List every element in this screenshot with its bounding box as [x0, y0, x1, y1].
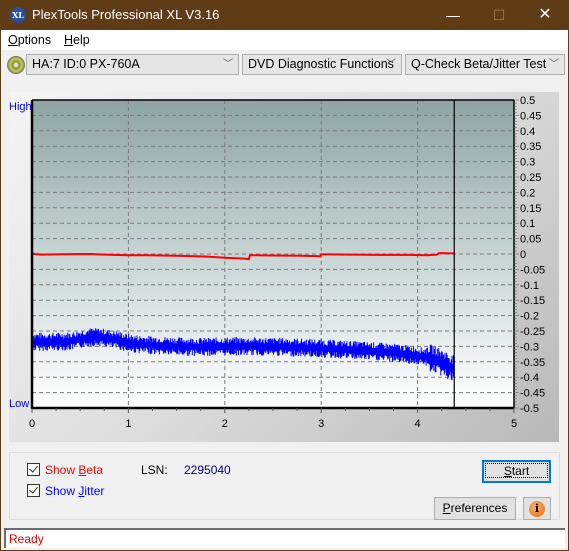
- maximize-button[interactable]: ☐: [476, 0, 522, 30]
- show-beta-text-rest: eta: [86, 463, 104, 477]
- x-tick-label: 5: [511, 418, 517, 430]
- chevron-down-icon: ﹀: [549, 59, 559, 70]
- menu-options-label: ptions: [17, 33, 52, 47]
- show-jitter-label[interactable]: Show Jitter: [45, 484, 104, 498]
- x-tick-label: 0: [29, 418, 35, 430]
- app-logo-icon: XL: [10, 7, 26, 23]
- y-tick-label: 0.05: [520, 234, 541, 246]
- preferences-button[interactable]: Preferences: [434, 497, 516, 520]
- lsn-value: 2295040: [184, 463, 231, 477]
- info-icon: i: [529, 501, 545, 517]
- disc-drive-icon: [7, 56, 25, 74]
- menu-options-accel: O: [8, 33, 18, 47]
- chevron-down-icon: ﹀: [223, 59, 233, 70]
- control-panel: Show Beta Show Jitter LSN: 2295040 Start…: [9, 452, 560, 520]
- drive-select-value: HA:7 ID:0 PX-760A: [32, 57, 140, 71]
- y-tick-label: 0.5: [520, 95, 535, 107]
- y-tick-label: 0: [520, 249, 526, 261]
- title-bar[interactable]: XL PlexTools Professional XL V3.16 — ☐ ✕: [1, 0, 568, 30]
- y-tick-label: -0.25: [520, 326, 545, 338]
- status-text: Ready: [9, 532, 44, 546]
- x-tick-label: 4: [415, 418, 421, 430]
- x-tick-label: 3: [318, 418, 324, 430]
- y-axis-high-label: High: [9, 101, 32, 113]
- test-select[interactable]: Q-Check Beta/Jitter Test ﹀: [405, 54, 565, 75]
- show-beta-label[interactable]: Show Beta: [45, 463, 103, 477]
- status-bar: Ready: [4, 528, 565, 548]
- toolbar: HA:7 ID:0 PX-760A ﹀ DVD Diagnostic Funct…: [1, 50, 568, 80]
- test-select-value: Q-Check Beta/Jitter Test: [411, 57, 547, 71]
- start-button[interactable]: Start: [482, 460, 551, 483]
- x-tick-label: 2: [222, 418, 228, 430]
- y-tick-label: 0.1: [520, 218, 535, 230]
- show-beta-text: Show: [45, 463, 79, 477]
- chevron-down-icon: ﹀: [386, 59, 396, 70]
- menu-help-label: elp: [73, 33, 90, 47]
- minimize-button[interactable]: —: [430, 0, 476, 30]
- info-button[interactable]: i: [523, 497, 551, 520]
- preferences-accel: P: [442, 501, 451, 515]
- close-button[interactable]: ✕: [522, 0, 568, 30]
- show-jitter-text: Show: [45, 484, 79, 498]
- y-tick-label: -0.2: [520, 311, 539, 323]
- menu-help-accel: H: [64, 33, 74, 47]
- preferences-label: references: [450, 501, 508, 515]
- y-tick-label: -0.1: [520, 280, 539, 292]
- y-tick-label: -0.5: [520, 403, 539, 415]
- lsn-label: LSN:: [141, 463, 168, 477]
- start-accel: S: [503, 464, 512, 478]
- y-tick-label: -0.15: [520, 295, 545, 307]
- menu-help[interactable]: Help: [64, 33, 90, 47]
- y-axis-low-label: Low: [9, 398, 29, 410]
- y-tick-label: 0.4: [520, 126, 535, 138]
- function-select-value: DVD Diagnostic Functions: [248, 57, 394, 71]
- show-beta-checkbox[interactable]: [27, 463, 40, 476]
- y-tick-label: -0.3: [520, 341, 539, 353]
- function-select[interactable]: DVD Diagnostic Functions ﹀: [242, 54, 402, 75]
- y-tick-label: 0.35: [520, 141, 541, 153]
- y-tick-label: -0.35: [520, 357, 545, 369]
- y-tick-label: 0.25: [520, 172, 541, 184]
- y-tick-label: -0.4: [520, 372, 539, 384]
- drive-select[interactable]: HA:7 ID:0 PX-760A ﹀: [26, 54, 239, 75]
- y-tick-label: -0.45: [520, 388, 545, 400]
- chart-panel: 0 1 2 3 4 5 0.5 0.45 0.4 0.35 0.3 0.25 0.2 0.15 0.1 0.0…: [9, 92, 559, 442]
- show-jitter-text-rest: itter: [84, 484, 105, 498]
- show-jitter-checkbox[interactable]: [27, 484, 40, 497]
- start-label: tart: [511, 464, 530, 478]
- window-title: PlexTools Professional XL V3.16: [32, 7, 220, 22]
- y-tick-label: 0.3: [520, 157, 535, 169]
- main-window: XL PlexTools Professional XL V3.16 — ☐ ✕…: [1, 0, 568, 550]
- x-tick-label: 1: [125, 418, 131, 430]
- menu-options[interactable]: Options: [8, 33, 51, 47]
- menu-bar: Options Help: [1, 30, 568, 50]
- y-tick-label: -0.05: [520, 264, 545, 276]
- y-tick-label: 0.2: [520, 187, 535, 199]
- beta-jitter-chart: 0 1 2 3 4 5 0.5 0.45 0.4 0.35 0.3 0.25 0.2 0.15 0.1 0.0…: [9, 95, 545, 430]
- y-tick-label: 0.45: [520, 110, 541, 122]
- y-tick-label: 0.15: [520, 203, 541, 215]
